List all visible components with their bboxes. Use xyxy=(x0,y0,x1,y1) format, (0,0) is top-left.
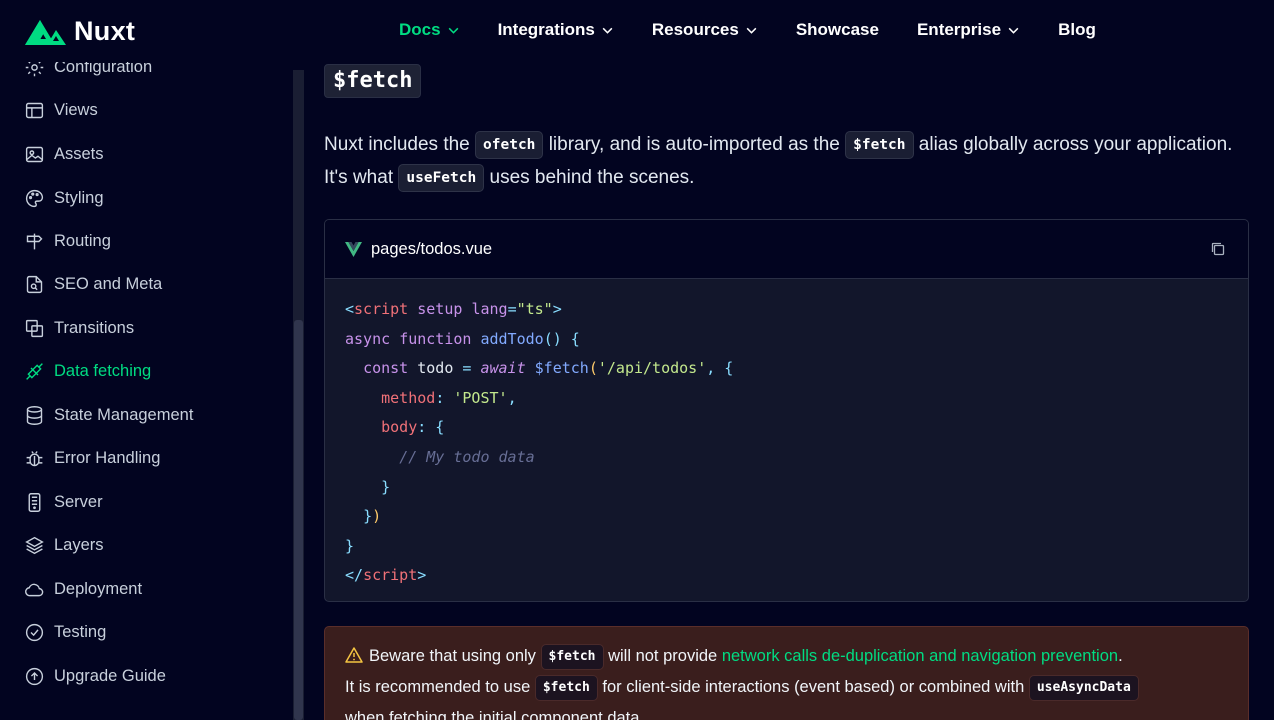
warning-text: for client-side interactions (event base… xyxy=(597,678,1029,696)
sidebar-item-upgrade-guide[interactable]: Upgrade Guide xyxy=(24,664,166,688)
nav-docs-label: Docs xyxy=(399,20,441,39)
nav-resources-label: Resources xyxy=(651,20,739,39)
sidebar-item-label: Transitions xyxy=(54,318,135,337)
inline-code-useasyncdata: useAsyncData xyxy=(1028,675,1139,701)
sidebar-item-configuration[interactable]: Configuration xyxy=(24,62,152,79)
gear-icon xyxy=(25,62,44,76)
nav-showcase-label: Showcase xyxy=(795,20,879,39)
sidebar-item-routing[interactable]: Routing xyxy=(24,229,111,253)
sidebar-item-label: Data fetching xyxy=(54,361,152,380)
chevron-down-icon xyxy=(746,27,757,34)
nav-enterprise[interactable]: Enterprise xyxy=(917,20,1020,40)
sidebar-item-label: State Management xyxy=(54,405,194,424)
sidebar-item-styling[interactable]: Styling xyxy=(24,186,104,210)
bug-icon xyxy=(26,450,43,466)
nav-resources[interactable]: Resources xyxy=(652,20,758,40)
chevron-down-icon xyxy=(602,27,613,34)
sidebar-item-label: Upgrade Guide xyxy=(54,666,166,685)
code-filename: pages/todos.vue xyxy=(371,239,493,258)
sidebar-item-deployment[interactable]: Deployment xyxy=(24,577,142,601)
plug-icon xyxy=(26,362,43,380)
sidebar-item-label: Assets xyxy=(54,144,104,163)
para-text: uses behind the scenes. xyxy=(484,167,695,188)
sidebar-item-layers[interactable]: Layers xyxy=(24,533,104,557)
arrow-up-circle-icon xyxy=(25,667,44,685)
warning-line-3: when fetching the initial component data… xyxy=(345,703,1248,720)
chevron-down-icon xyxy=(448,27,458,34)
sidebar-item-label: Server xyxy=(54,492,103,511)
nav-integrations-label: Integrations xyxy=(497,20,595,39)
sidebar-scrollbar-thumb[interactable] xyxy=(294,320,303,720)
warning-text: It is recommended to use xyxy=(345,678,535,696)
vue-icon xyxy=(345,241,362,257)
sidebar-item-transitions[interactable]: Transitions xyxy=(24,316,134,340)
database-icon xyxy=(26,405,43,425)
section-heading[interactable]: $fetch xyxy=(324,64,422,98)
sidebar-item-label: SEO and Meta xyxy=(54,274,163,293)
warning-text: . xyxy=(1118,647,1123,665)
inline-code-fetch: $fetch xyxy=(845,131,914,159)
sidebar-item-error-handling[interactable]: Error Handling xyxy=(24,446,160,470)
layers-icon xyxy=(25,536,44,554)
sidebar-item-data-fetching[interactable]: Data fetching xyxy=(24,359,151,383)
sidebar-item-testing[interactable]: Testing xyxy=(24,620,106,644)
check-circle-icon xyxy=(25,623,44,641)
sidebar-item-label: Testing xyxy=(54,622,107,641)
sidebar-item-label: Error Handling xyxy=(54,448,161,467)
warning-line-2: It is recommended to use $fetch for clie… xyxy=(345,672,1248,703)
inline-code-usefetch: useFetch xyxy=(398,164,485,192)
sidebar-item-seo-and-meta[interactable]: SEO and Meta xyxy=(24,272,162,296)
docs-sidebar: Configuration Views Assets Styling Routi… xyxy=(0,62,293,720)
sidebar-item-label: Styling xyxy=(54,188,104,207)
sidebar-item-label: Configuration xyxy=(54,62,153,76)
brand-name: Nuxt xyxy=(74,16,136,46)
warning-text: Beware that using only xyxy=(369,647,541,665)
intro-paragraph: Nuxt includes the ofetch library, and is… xyxy=(324,128,1249,194)
top-header: Nuxt Docs Integrations Resources Showcas… xyxy=(0,0,1274,62)
nav-blog[interactable]: Blog xyxy=(1058,20,1096,40)
file-search-icon xyxy=(26,275,43,293)
server-icon xyxy=(28,492,41,512)
sidebar-item-label: Deployment xyxy=(54,579,143,598)
nav-blog-label: Blog xyxy=(1058,20,1096,39)
dedup-link[interactable]: network calls de-duplication and navigat… xyxy=(722,647,1118,665)
nav-docs[interactable]: Docs xyxy=(399,20,460,40)
warning-callout: Beware that using only $fetch will not p… xyxy=(324,626,1249,720)
sidebar-item-views[interactable]: Views xyxy=(24,98,98,122)
sidebar-item-label: Layers xyxy=(54,535,104,554)
signpost-icon xyxy=(26,233,43,249)
warning-triangle-icon xyxy=(345,647,363,663)
nav-showcase[interactable]: Showcase xyxy=(796,20,879,40)
para-text: Nuxt includes the xyxy=(324,134,476,155)
transition-icon xyxy=(25,319,44,337)
nuxt-mountain-icon xyxy=(25,19,66,45)
nuxt-logo[interactable]: Nuxt xyxy=(23,16,135,47)
sidebar-item-server[interactable]: Server xyxy=(24,490,103,514)
inline-code-ofetch: ofetch xyxy=(475,131,544,159)
nav-enterprise-label: Enterprise xyxy=(916,20,1002,39)
warning-line-1: Beware that using only $fetch will not p… xyxy=(345,641,1248,672)
chevron-down-icon xyxy=(1008,27,1019,34)
sidebar-item-assets[interactable]: Assets xyxy=(24,142,104,166)
warning-text: when fetching the initial component data… xyxy=(345,709,645,720)
para-text: library, and is auto-imported as the xyxy=(543,134,846,155)
copy-icon[interactable] xyxy=(1210,241,1226,257)
sidebar-item-state-management[interactable]: State Management xyxy=(24,403,193,427)
inline-code-fetch: $fetch xyxy=(540,644,604,670)
code-content: <script setup lang="ts"> async function … xyxy=(345,300,734,585)
sidebar-item-label: Views xyxy=(54,100,98,119)
sidebar-item-label: Routing xyxy=(54,231,111,250)
nav-integrations[interactable]: Integrations xyxy=(498,20,614,40)
layout-icon xyxy=(25,102,44,118)
warning-text: will not provide xyxy=(603,647,722,665)
inline-code-fetch: $fetch xyxy=(534,675,598,701)
main-nav: Docs Integrations Resources Showcase Ent… xyxy=(399,20,1134,40)
code-block: pages/todos.vue <script setup lang="ts">… xyxy=(324,219,1249,602)
code-block-header: pages/todos.vue xyxy=(325,220,1248,279)
palette-icon xyxy=(26,189,44,207)
image-icon xyxy=(25,146,44,162)
cloud-icon xyxy=(25,583,44,596)
